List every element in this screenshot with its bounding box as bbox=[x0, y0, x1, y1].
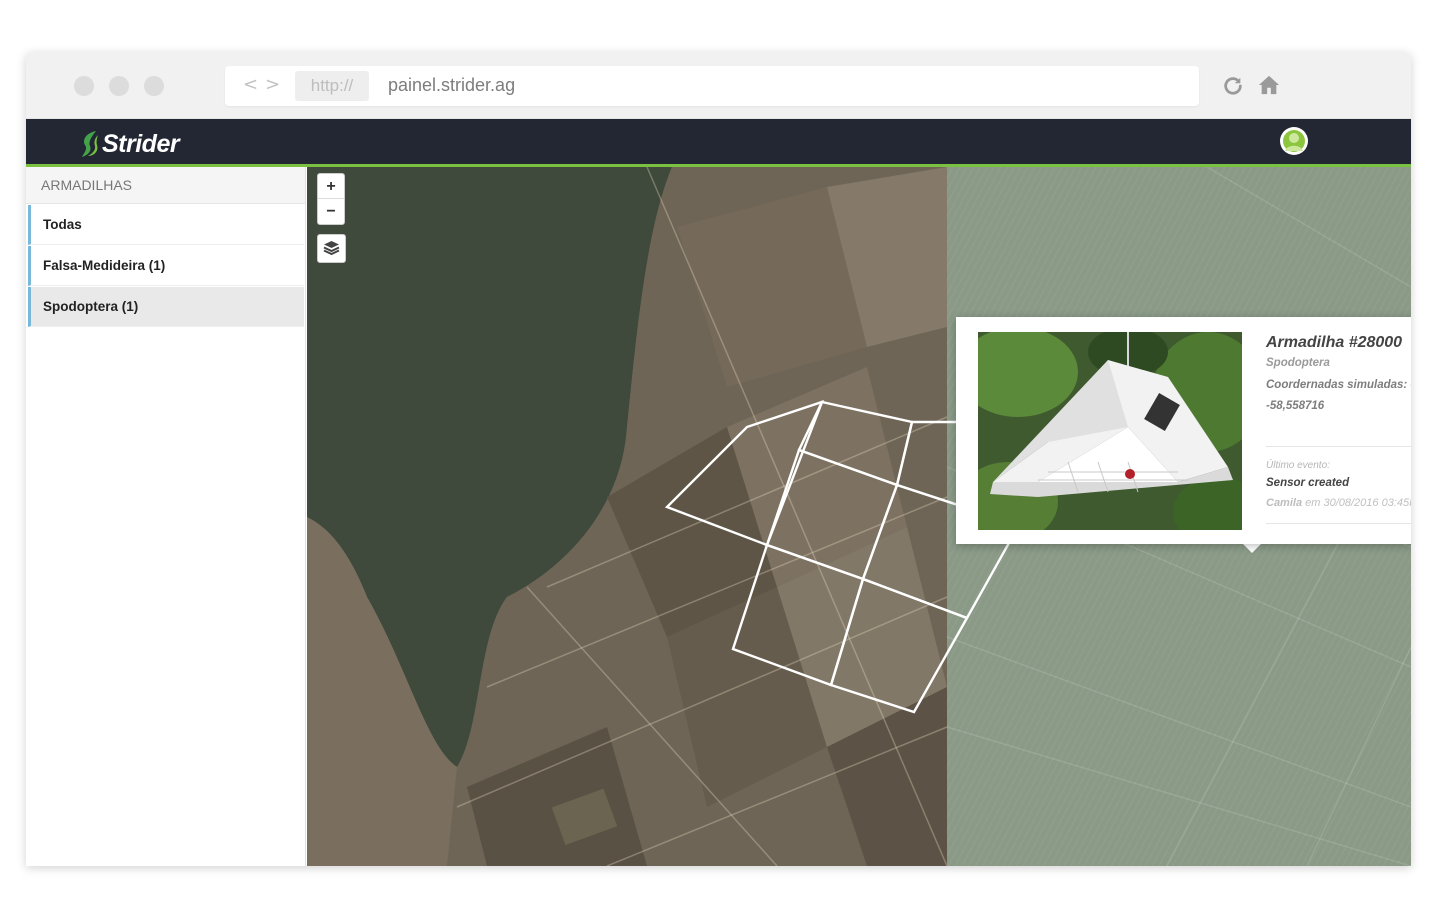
sidebar-item-todas[interactable]: Todas bbox=[28, 205, 304, 245]
forward-arrow-icon[interactable]: > bbox=[265, 74, 280, 95]
sidebar-header: ARMADILHAS bbox=[26, 167, 305, 204]
zoom-in-button[interactable]: + bbox=[318, 174, 344, 199]
app-header: Strider bbox=[26, 119, 1411, 167]
browser-window: < > http:// painel.strider.ag Strider AR… bbox=[26, 52, 1411, 866]
trap-filter-list: Todas Falsa-Medideira (1) Spodoptera (1) bbox=[28, 205, 304, 328]
popup-divider-bottom bbox=[1266, 523, 1411, 524]
user-avatar-icon bbox=[1281, 128, 1307, 154]
event-date: em 30/08/2016 03:45PM bbox=[1305, 497, 1411, 509]
window-close-dot[interactable] bbox=[74, 76, 94, 96]
brand-name: Strider bbox=[102, 129, 180, 158]
zoom-control: + − bbox=[317, 173, 345, 225]
popup-coordinates: Coordernadas simuladas: -12,923841, -58,… bbox=[1266, 375, 1411, 417]
trap-photo-image bbox=[978, 332, 1242, 530]
last-event-label: Último evento: bbox=[1266, 460, 1330, 471]
strider-logo[interactable]: Strider bbox=[80, 129, 180, 159]
window-maximize-dot[interactable] bbox=[144, 76, 164, 96]
popup-divider bbox=[1266, 446, 1411, 447]
layers-icon bbox=[323, 241, 340, 256]
coords-line-2: -58,558716 bbox=[1266, 400, 1325, 412]
user-avatar[interactable] bbox=[1280, 127, 1308, 155]
last-event-label-text: Último evento bbox=[1266, 460, 1328, 471]
traps-sidebar: ARMADILHAS Todas Falsa-Medideira (1) Spo… bbox=[26, 167, 306, 866]
coords-line-1: Coordernadas simuladas: -12,923841, bbox=[1266, 379, 1411, 391]
home-icon[interactable] bbox=[1258, 74, 1280, 96]
satellite-map[interactable]: + − × bbox=[307, 167, 1411, 866]
popup-species: Spodoptera bbox=[1266, 357, 1330, 369]
last-event-colon: : bbox=[1327, 460, 1330, 471]
trap-info-popup: × bbox=[956, 317, 1411, 544]
back-arrow-icon[interactable]: < bbox=[243, 74, 258, 95]
zoom-out-button[interactable]: − bbox=[318, 199, 344, 224]
sidebar-item-spodoptera[interactable]: Spodoptera (1) bbox=[28, 287, 304, 327]
leaf-logo-icon bbox=[82, 131, 98, 157]
url-protocol: http:// bbox=[295, 71, 369, 101]
browser-chrome: < > http:// painel.strider.ag bbox=[26, 52, 1411, 119]
event-author: Camila bbox=[1266, 497, 1303, 509]
last-event-meta: Camila em 30/08/2016 03:45PM bbox=[1266, 497, 1411, 509]
window-minimize-dot[interactable] bbox=[109, 76, 129, 96]
popup-title: Armadilha #28000 bbox=[1266, 334, 1403, 351]
layers-button[interactable] bbox=[317, 234, 346, 263]
trap-photo bbox=[978, 332, 1242, 530]
url-text[interactable]: painel.strider.ag bbox=[388, 75, 515, 96]
last-event-text: Sensor created bbox=[1266, 477, 1350, 489]
sidebar-item-falsa-medideira[interactable]: Falsa-Medideira (1) bbox=[28, 246, 304, 286]
address-bar[interactable]: < > http:// painel.strider.ag bbox=[225, 66, 1199, 106]
popup-pointer bbox=[1242, 543, 1262, 553]
reload-icon[interactable] bbox=[1222, 75, 1244, 97]
